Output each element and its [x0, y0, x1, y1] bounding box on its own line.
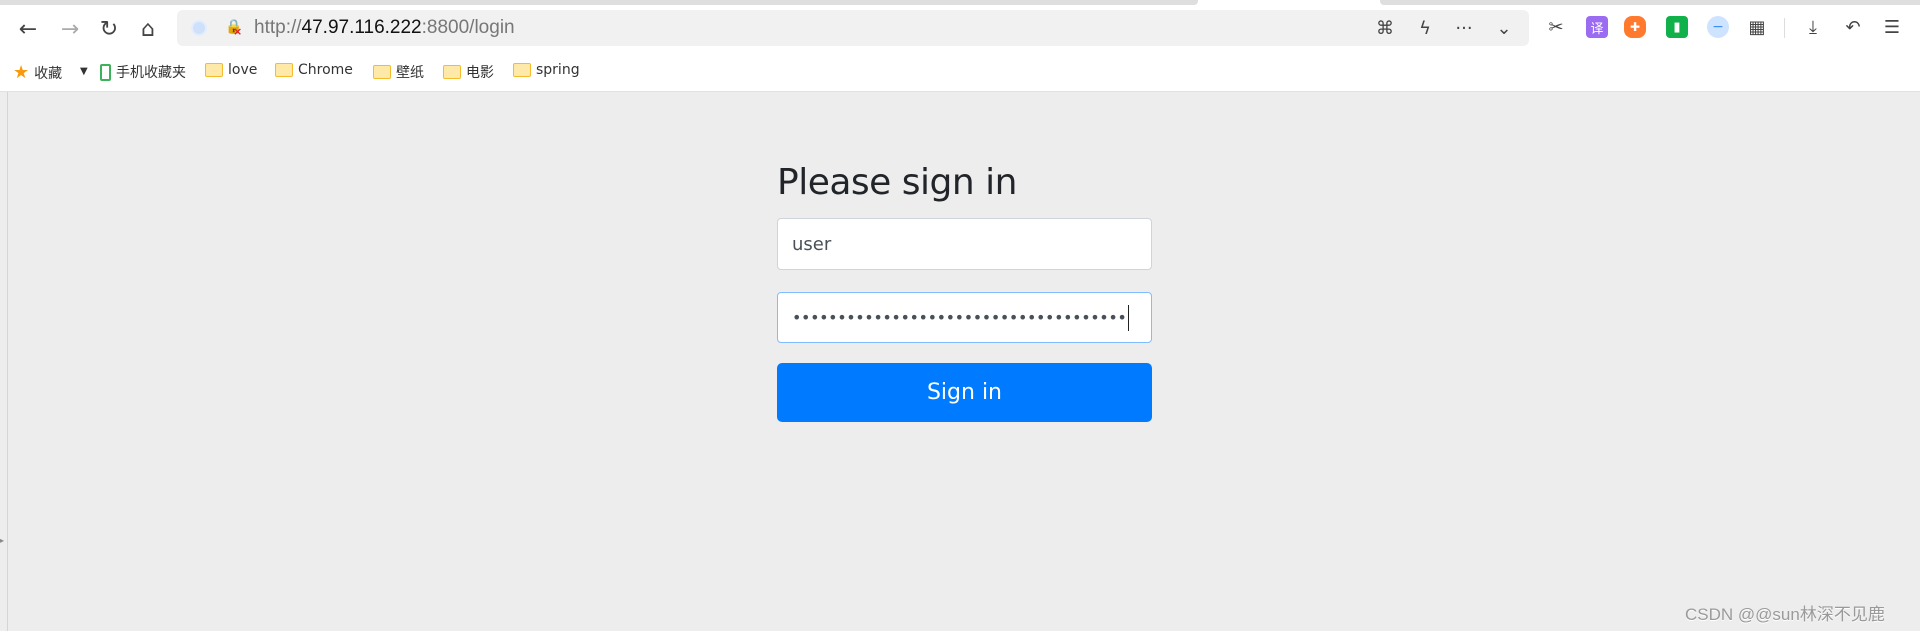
lightning-icon[interactable]: ϟ — [1413, 18, 1437, 39]
more-icon[interactable]: ··· — [1452, 18, 1476, 39]
url-host: 47.97.116.222 — [301, 17, 422, 38]
bookmark-folder[interactable]: spring — [513, 62, 580, 78]
password-value: ••••••••••••••••••••••••••••••••••••• — [792, 308, 1127, 327]
menu-icon[interactable]: ☰ — [1881, 16, 1903, 38]
bookmark-label: spring — [536, 62, 580, 78]
tab[interactable] — [0, 0, 1198, 5]
address-bar[interactable]: 🔒 × http://47.97.116.222:8800/login ⌘ ϟ ·… — [177, 10, 1529, 46]
password-input[interactable]: ••••••••••••••••••••••••••••••••••••• — [777, 292, 1152, 343]
bookmarks-bar: ★ 收藏 ▼ 手机收藏夹 love Chrome 壁纸 电影 spring — [0, 51, 1920, 92]
bookmark-folder[interactable]: Chrome — [275, 62, 353, 78]
download-icon[interactable]: ⤓ — [1802, 16, 1824, 38]
page-title: Please sign in — [777, 162, 1017, 203]
bookmark-folder[interactable]: 壁纸 — [373, 62, 424, 82]
folder-icon — [275, 63, 293, 77]
back-icon[interactable]: ← — [13, 14, 43, 44]
folder-icon — [443, 65, 461, 79]
forward-icon[interactable]: → — [55, 14, 85, 44]
game-icon[interactable]: ✚ — [1624, 16, 1646, 38]
translate-icon[interactable]: ⌘ — [1373, 18, 1397, 39]
toolbar-divider — [1784, 18, 1785, 38]
apps-grid-icon[interactable]: ▦ — [1746, 16, 1768, 38]
caret-down-icon[interactable]: ▼ — [80, 66, 88, 77]
phone-icon — [100, 63, 111, 81]
insecure-lock-icon[interactable]: 🔒 × — [225, 19, 242, 38]
login-form: Please sign in user ••••••••••••••••••••… — [777, 160, 1152, 422]
bookmark-label: 收藏 — [34, 65, 63, 82]
sidebar-edge[interactable] — [7, 92, 8, 631]
chevron-down-icon[interactable]: ⌄ — [1492, 18, 1516, 39]
bookmark-folder[interactable]: love — [205, 62, 257, 78]
home-icon[interactable]: ⌂ — [133, 14, 163, 44]
bookmark-favorites[interactable]: ★ 收藏 — [13, 62, 62, 83]
site-icon — [191, 20, 207, 36]
translate-extension-icon[interactable]: 译 — [1586, 16, 1608, 38]
bookmark-folder[interactable]: 电影 — [443, 62, 494, 82]
url-path: :8800/login — [421, 17, 515, 38]
tab[interactable] — [1380, 0, 1920, 5]
bookmark-label: 壁纸 — [396, 65, 424, 81]
reload-icon[interactable]: ↻ — [94, 14, 124, 44]
username-value: user — [792, 233, 832, 255]
scissors-icon[interactable]: ✂ — [1545, 16, 1567, 38]
folder-icon — [205, 63, 223, 77]
bookmark-label: love — [228, 62, 258, 78]
reader-icon[interactable]: ▮ — [1666, 16, 1688, 38]
url-text[interactable]: http://47.97.116.222:8800/login — [254, 17, 515, 39]
url-scheme: http:// — [254, 17, 302, 38]
adblock-icon[interactable]: − — [1707, 16, 1729, 38]
undo-icon[interactable]: ↶ — [1842, 16, 1864, 38]
text-caret — [1128, 304, 1130, 331]
bookmark-label: Chrome — [298, 62, 353, 78]
star-icon: ★ — [13, 62, 30, 83]
sidebar-expand-icon[interactable]: ▸ — [0, 536, 4, 545]
sign-in-button[interactable]: Sign in — [777, 363, 1152, 422]
bookmark-label: 手机收藏夹 — [116, 65, 186, 81]
watermark: CSDN @@sun林深不见鹿 — [1685, 605, 1885, 624]
folder-icon — [373, 65, 391, 79]
bookmark-mobile[interactable]: 手机收藏夹 — [100, 62, 186, 82]
folder-icon — [513, 63, 531, 77]
username-input[interactable]: user — [777, 218, 1152, 270]
bookmark-label: 电影 — [466, 65, 494, 81]
